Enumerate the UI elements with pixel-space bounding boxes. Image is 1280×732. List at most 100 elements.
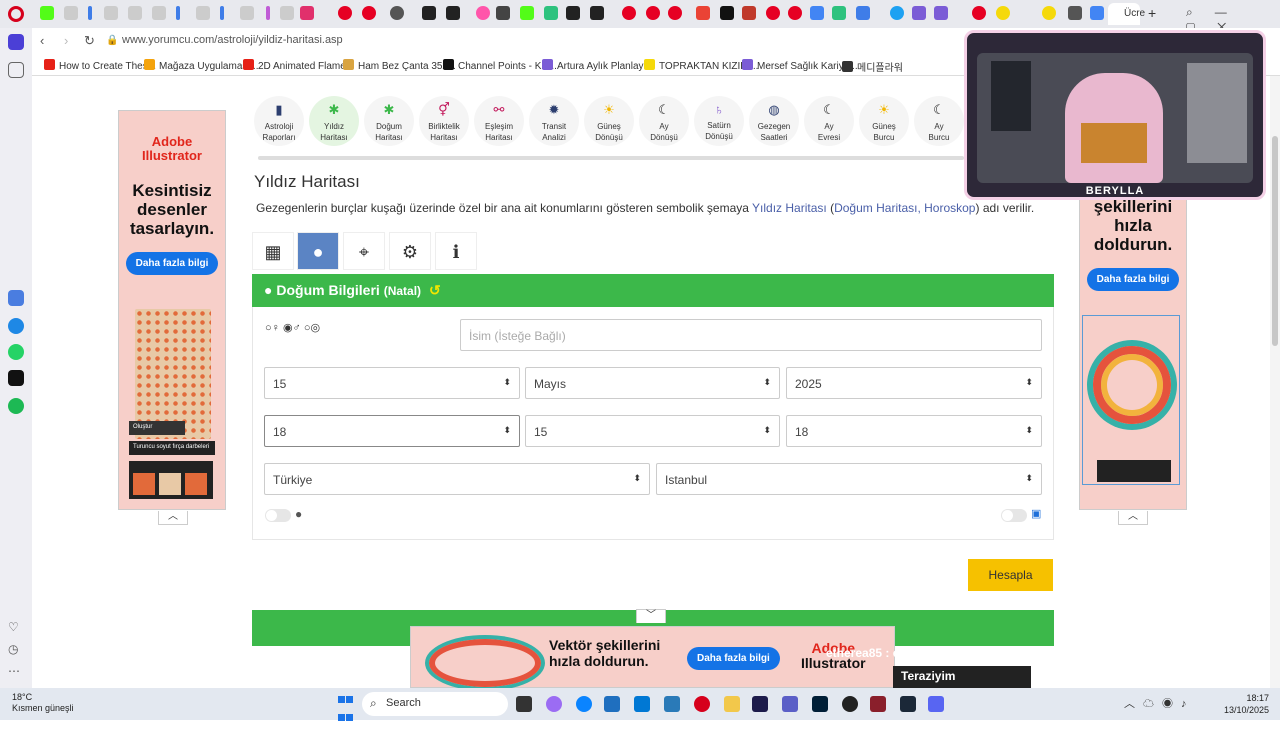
new-tab-button[interactable]: + [1148,5,1156,21]
ad-learn-more-button[interactable]: Daha fazla bilgi [1086,268,1180,291]
spotify-icon[interactable] [8,398,24,414]
bookmark-item[interactable]: Mağaza Uygulaması... [144,59,259,72]
calculate-button[interactable]: Hesapla [968,559,1053,591]
pinterest-icon[interactable] [972,6,986,20]
tab-favicon-icon[interactable] [890,6,904,20]
taskbar-clock[interactable]: 18:17 13/10/2025 [1224,692,1269,716]
task-view-icon[interactable] [516,696,532,712]
gmail-icon[interactable] [696,6,710,20]
tab-favicon-icon[interactable] [104,6,118,20]
tab-favicon-icon[interactable] [1090,6,1104,20]
desc-link-yildiz[interactable]: Yıldız Haritası [752,201,827,215]
taskbar-search[interactable]: ⌕ Search [362,692,508,716]
tab-info[interactable]: ℹ [435,232,477,270]
reset-icon[interactable]: ↺ [429,282,441,298]
edge-icon[interactable] [576,696,592,712]
bottom-ad-banner[interactable]: Vektör şekillerini hızla doldurun. Daha … [410,626,895,688]
tab-favicon-icon[interactable] [856,6,870,20]
name-input[interactable]: İsim (İsteğe Bağlı) [460,319,1042,351]
nav-ay-burcu[interactable]: ☾ Ay Burcu [914,96,964,146]
tab-favicon-icon[interactable] [220,6,224,20]
tab-favicon-icon[interactable] [422,6,436,20]
tab-favicon-icon[interactable] [720,6,734,20]
ad-learn-more-button[interactable]: Daha fazla bilgi [687,647,780,670]
back-arrow-icon[interactable]: ‹ [40,33,44,48]
tab-favicon-icon[interactable] [88,6,92,20]
teams-icon[interactable] [782,696,798,712]
tab-favicon-icon[interactable] [832,6,846,20]
app-icon[interactable] [870,696,886,712]
opera-icon[interactable] [694,696,710,712]
minute-select[interactable]: 15 ⬍ [525,415,780,447]
month-select[interactable]: Mayıs ⬍ [525,367,780,399]
chevron-down-icon[interactable]: ﹀ [636,609,666,623]
nav-yildiz-haritasi[interactable]: ✱ Yıldız Haritası [309,96,359,146]
tab-favicon-icon[interactable] [446,6,460,20]
file-explorer-icon[interactable] [724,696,740,712]
windows-start-icon[interactable] [338,696,354,721]
tab-favicon-icon[interactable] [996,6,1010,20]
scrollbar-thumb[interactable] [1272,136,1278,346]
tab-favicon-icon[interactable] [1042,6,1056,20]
after-effects-icon[interactable] [752,696,768,712]
tab-favicon-icon[interactable] [544,6,558,20]
tab-favicon-icon[interactable] [64,6,78,20]
tab-favicon-icon[interactable] [742,6,756,20]
tab-favicon-icon[interactable] [152,6,166,20]
whatsapp-icon[interactable] [8,344,24,360]
tab-favicon-icon[interactable] [390,6,404,20]
bookmark-item[interactable]: Channel Points - Kic... [443,59,557,72]
opera-logo-icon[interactable] [8,6,24,22]
pinterest-icon[interactable] [362,6,376,20]
bookmark-item[interactable]: Mersef Sağlık Kariye... [742,59,858,72]
nav-eslesim-haritasi[interactable]: ⚯ Eşleşim Haritası [474,96,524,146]
pinterest-icon[interactable] [668,6,682,20]
left-ad-banner[interactable]: Adobe Illustrator Kesintisiz desenler tas… [118,110,226,510]
bookmark-item[interactable]: How to Create Thes... [44,59,156,72]
forward-arrow-icon[interactable]: › [64,33,68,48]
history-icon[interactable]: ◷ [8,642,24,658]
desc-link-dogum[interactable]: Doğum Haritası, Horoskop [834,201,975,215]
home-icon[interactable] [8,34,24,50]
tab-settings[interactable]: ⚙ [389,232,431,270]
gender-radio-group[interactable]: ○♀ ◉♂ ○◎ [265,321,320,334]
save-icon[interactable]: ▣ [1031,507,1041,520]
city-select[interactable]: Istanbul ⬍ [656,463,1042,495]
save-toggle-right[interactable] [1001,509,1027,522]
tab-favicon-icon[interactable] [40,6,54,20]
lock-icon[interactable]: 🔒 [106,35,118,46]
heart-icon[interactable]: ♡ [8,620,24,636]
save-toggle[interactable] [265,509,291,522]
pinterest-icon[interactable] [338,6,352,20]
nav-ay-donusu[interactable]: ☾ Ay Dönüşü [639,96,689,146]
timezone-select[interactable]: 18 ⬍ [786,415,1042,447]
ad-collapse-chevron-icon[interactable]: ︿ [158,511,188,525]
tab-favicon-icon[interactable] [196,6,210,20]
ad-collapse-chevron-icon[interactable]: ︿ [1118,511,1148,525]
url-text[interactable]: www.yorumcu.com/astroloji/yildiz-haritas… [122,34,343,46]
tab-favicon-icon[interactable] [496,6,510,20]
nav-transit-analizi[interactable]: ✹ Transit Analizi [529,96,579,146]
app-store-icon[interactable] [8,290,24,306]
pinterest-icon[interactable] [788,6,802,20]
weather-widget[interactable]: 18°C Kısmen güneşli [12,692,74,714]
nav-saturn-donusu[interactable]: ♄ Satürn Dönüşü [694,96,744,146]
tab-calculator[interactable]: ▦ [252,232,294,270]
tab-favicon-icon[interactable] [176,6,180,20]
page-scrollbar[interactable] [1270,76,1280,688]
nav-gunes-burcu[interactable]: ☀ Güneş Burcu [859,96,909,146]
tab-person[interactable]: ● [297,232,339,270]
photoshop-icon[interactable] [812,696,828,712]
country-select[interactable]: Türkiye ⬍ [264,463,650,495]
messenger-icon[interactable] [8,318,24,334]
nav-ay-evresi[interactable]: ☾ Ay Evresi [804,96,854,146]
tab-favicon-icon[interactable] [934,6,948,20]
nav-birliktelik-haritasi[interactable]: ⚥ Birliktelik Haritası [419,96,469,146]
obs-icon[interactable] [842,696,858,712]
nav-dogum-haritasi[interactable]: ✱ Doğum Haritası [364,96,414,146]
copilot-icon[interactable] [546,696,562,712]
discord-icon[interactable] [928,696,944,712]
tab-favicon-icon[interactable] [128,6,142,20]
kick-icon[interactable] [520,6,534,20]
tab-favicon-icon[interactable] [266,6,270,20]
